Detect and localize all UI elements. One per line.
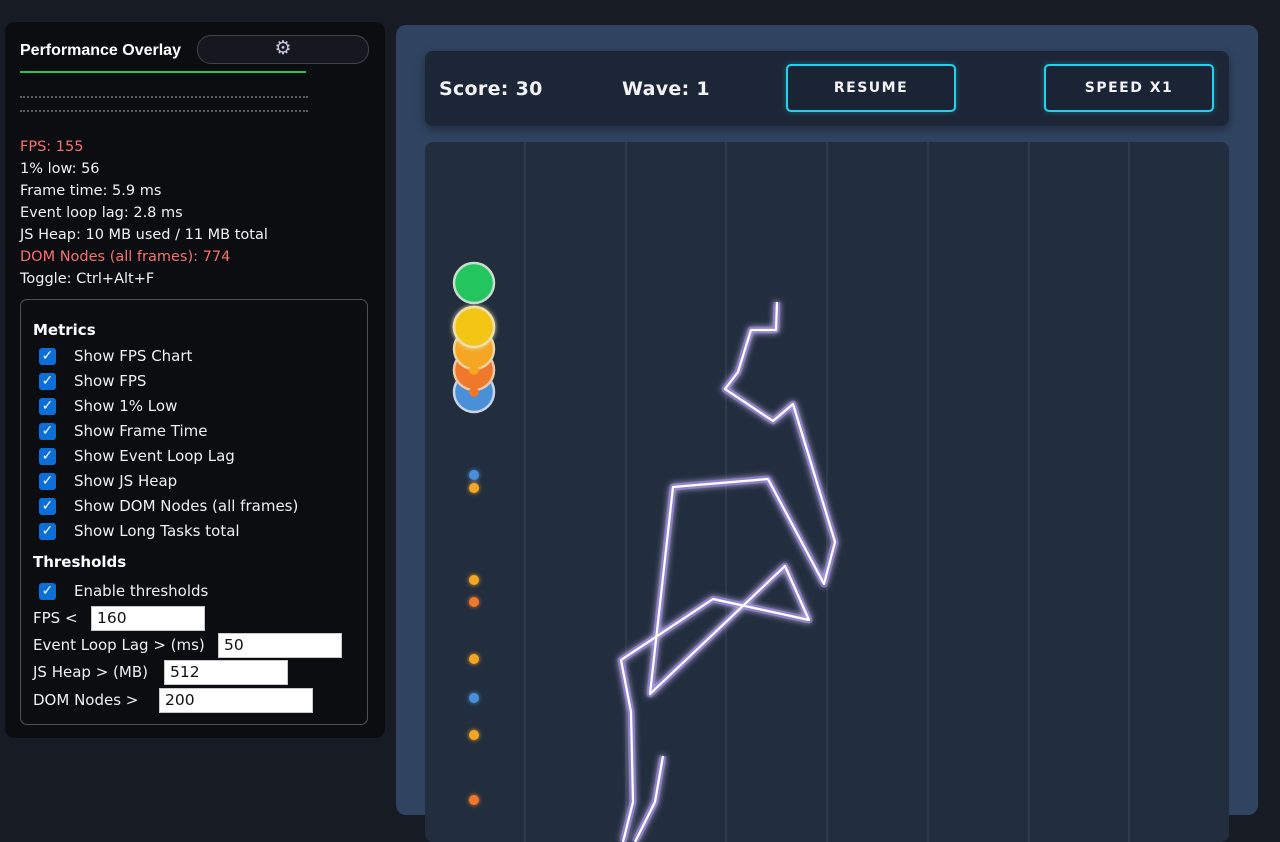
lane-grid: [524, 142, 1130, 842]
threshold-js-heap: JS Heap > (MB): [33, 659, 353, 685]
projectile: [469, 575, 479, 585]
game-canvas[interactable]: [425, 142, 1229, 842]
projectiles: [469, 470, 479, 805]
enable-thresholds[interactable]: ✓ Enable thresholds: [39, 582, 208, 600]
threshold-js-heap-input[interactable]: [164, 659, 288, 685]
metric-show-dom-nodes[interactable]: ✓ Show DOM Nodes (all frames): [39, 497, 298, 515]
overlay-title: Performance Overlay: [20, 42, 181, 59]
toggle-hint: Toggle: Ctrl+Alt+F: [20, 271, 155, 287]
projectile: [469, 795, 479, 805]
unit-stack[interactable]: [452, 261, 496, 414]
threshold-event-loop-lag: Event Loop Lag > (ms): [33, 632, 353, 658]
speed-button[interactable]: SPEED X1: [1044, 64, 1214, 112]
checkbox-checked-icon[interactable]: ✓: [39, 472, 56, 490]
metric-label: Show JS Heap: [74, 472, 178, 490]
threshold-dom-nodes-input[interactable]: [159, 687, 313, 713]
stats-list: FPS: 155 1% low: 56 Frame time: 5.9 ms E…: [20, 136, 268, 290]
checkbox-checked-icon[interactable]: ✓: [39, 447, 56, 465]
projectile: [469, 597, 479, 607]
metric-label: Show FPS Chart: [74, 347, 193, 365]
yellow-unit: [452, 305, 496, 349]
projectile: [469, 470, 479, 480]
settings-button[interactable]: ⚙: [197, 35, 369, 64]
projectile: [469, 483, 479, 493]
metric-show-js-heap[interactable]: ✓ Show JS Heap: [39, 472, 177, 490]
wave-display: Wave: 1: [622, 78, 710, 100]
checkbox-checked-icon[interactable]: ✓: [39, 497, 56, 515]
projectile: [469, 730, 479, 740]
metric-show-long-tasks[interactable]: ✓ Show Long Tasks total: [39, 522, 240, 540]
metric-show-frame-time[interactable]: ✓ Show Frame Time: [39, 422, 207, 440]
js-heap-stat: JS Heap: 10 MB used / 11 MB total: [20, 227, 268, 243]
frame-time-stat: Frame time: 5.9 ms: [20, 183, 162, 199]
threshold-label: Event Loop Lag > (ms): [33, 636, 205, 654]
dom-nodes-stat: DOM Nodes (all frames): 774: [20, 249, 231, 265]
fps-chart-placeholder: [20, 96, 308, 98]
game-hud: Score: 30 Wave: 1 RESUME SPEED X1: [425, 51, 1229, 126]
metric-show-fps-chart[interactable]: ✓ Show FPS Chart: [39, 347, 192, 365]
enemy-path: [617, 301, 839, 842]
projectile: [469, 693, 479, 703]
gear-icon: ⚙: [274, 37, 292, 59]
fps-chart-placeholder-2: [20, 110, 308, 112]
projectile: [469, 654, 479, 664]
fps-stat: FPS: 155: [20, 139, 84, 155]
threshold-label: JS Heap > (MB): [33, 663, 148, 681]
metric-show-event-loop-lag[interactable]: ✓ Show Event Loop Lag: [39, 447, 235, 465]
metrics-heading: Metrics: [33, 321, 96, 339]
metric-label: Show 1% Low: [74, 397, 178, 415]
threshold-fps: FPS <: [33, 605, 353, 631]
metric-label: Show FPS: [74, 372, 147, 390]
enable-thresholds-label: Enable thresholds: [74, 582, 209, 600]
metric-label: Show Frame Time: [74, 422, 208, 440]
threshold-label: FPS <: [33, 609, 78, 627]
resume-button[interactable]: RESUME: [786, 64, 956, 112]
checkbox-checked-icon[interactable]: ✓: [39, 582, 56, 600]
metric-show-fps[interactable]: ✓ Show FPS: [39, 372, 146, 390]
checkbox-checked-icon[interactable]: ✓: [39, 422, 56, 440]
metric-label: Show DOM Nodes (all frames): [74, 497, 299, 515]
game-field[interactable]: [425, 142, 1229, 842]
performance-overlay: Performance Overlay ⚙ FPS: 155 1% low: 5…: [5, 22, 385, 738]
checkbox-checked-icon[interactable]: ✓: [39, 372, 56, 390]
metric-label: Show Event Loop Lag: [74, 447, 235, 465]
metric-show-1-low[interactable]: ✓ Show 1% Low: [39, 397, 177, 415]
projectile: [469, 365, 479, 375]
score-display: Score: 30: [439, 78, 543, 100]
threshold-fps-input[interactable]: [91, 605, 205, 631]
low1-stat: 1% low: 56: [20, 161, 100, 177]
green-unit: [452, 261, 496, 305]
threshold-dom-nodes: DOM Nodes >: [33, 687, 353, 713]
event-loop-lag-stat: Event loop lag: 2.8 ms: [20, 205, 183, 221]
projectile: [469, 387, 479, 397]
threshold-event-loop-lag-input[interactable]: [218, 632, 342, 658]
title-underline: [20, 71, 306, 73]
metric-label: Show Long Tasks total: [74, 522, 240, 540]
checkbox-checked-icon[interactable]: ✓: [39, 397, 56, 415]
checkbox-checked-icon[interactable]: ✓: [39, 347, 56, 365]
game-panel: Score: 30 Wave: 1 RESUME SPEED X1: [396, 25, 1258, 842]
settings-panel: Metrics ✓ Show FPS Chart ✓ Show FPS ✓ Sh…: [20, 299, 368, 725]
threshold-label: DOM Nodes >: [33, 691, 139, 709]
checkbox-checked-icon[interactable]: ✓: [39, 522, 56, 540]
thresholds-heading: Thresholds: [33, 553, 127, 571]
